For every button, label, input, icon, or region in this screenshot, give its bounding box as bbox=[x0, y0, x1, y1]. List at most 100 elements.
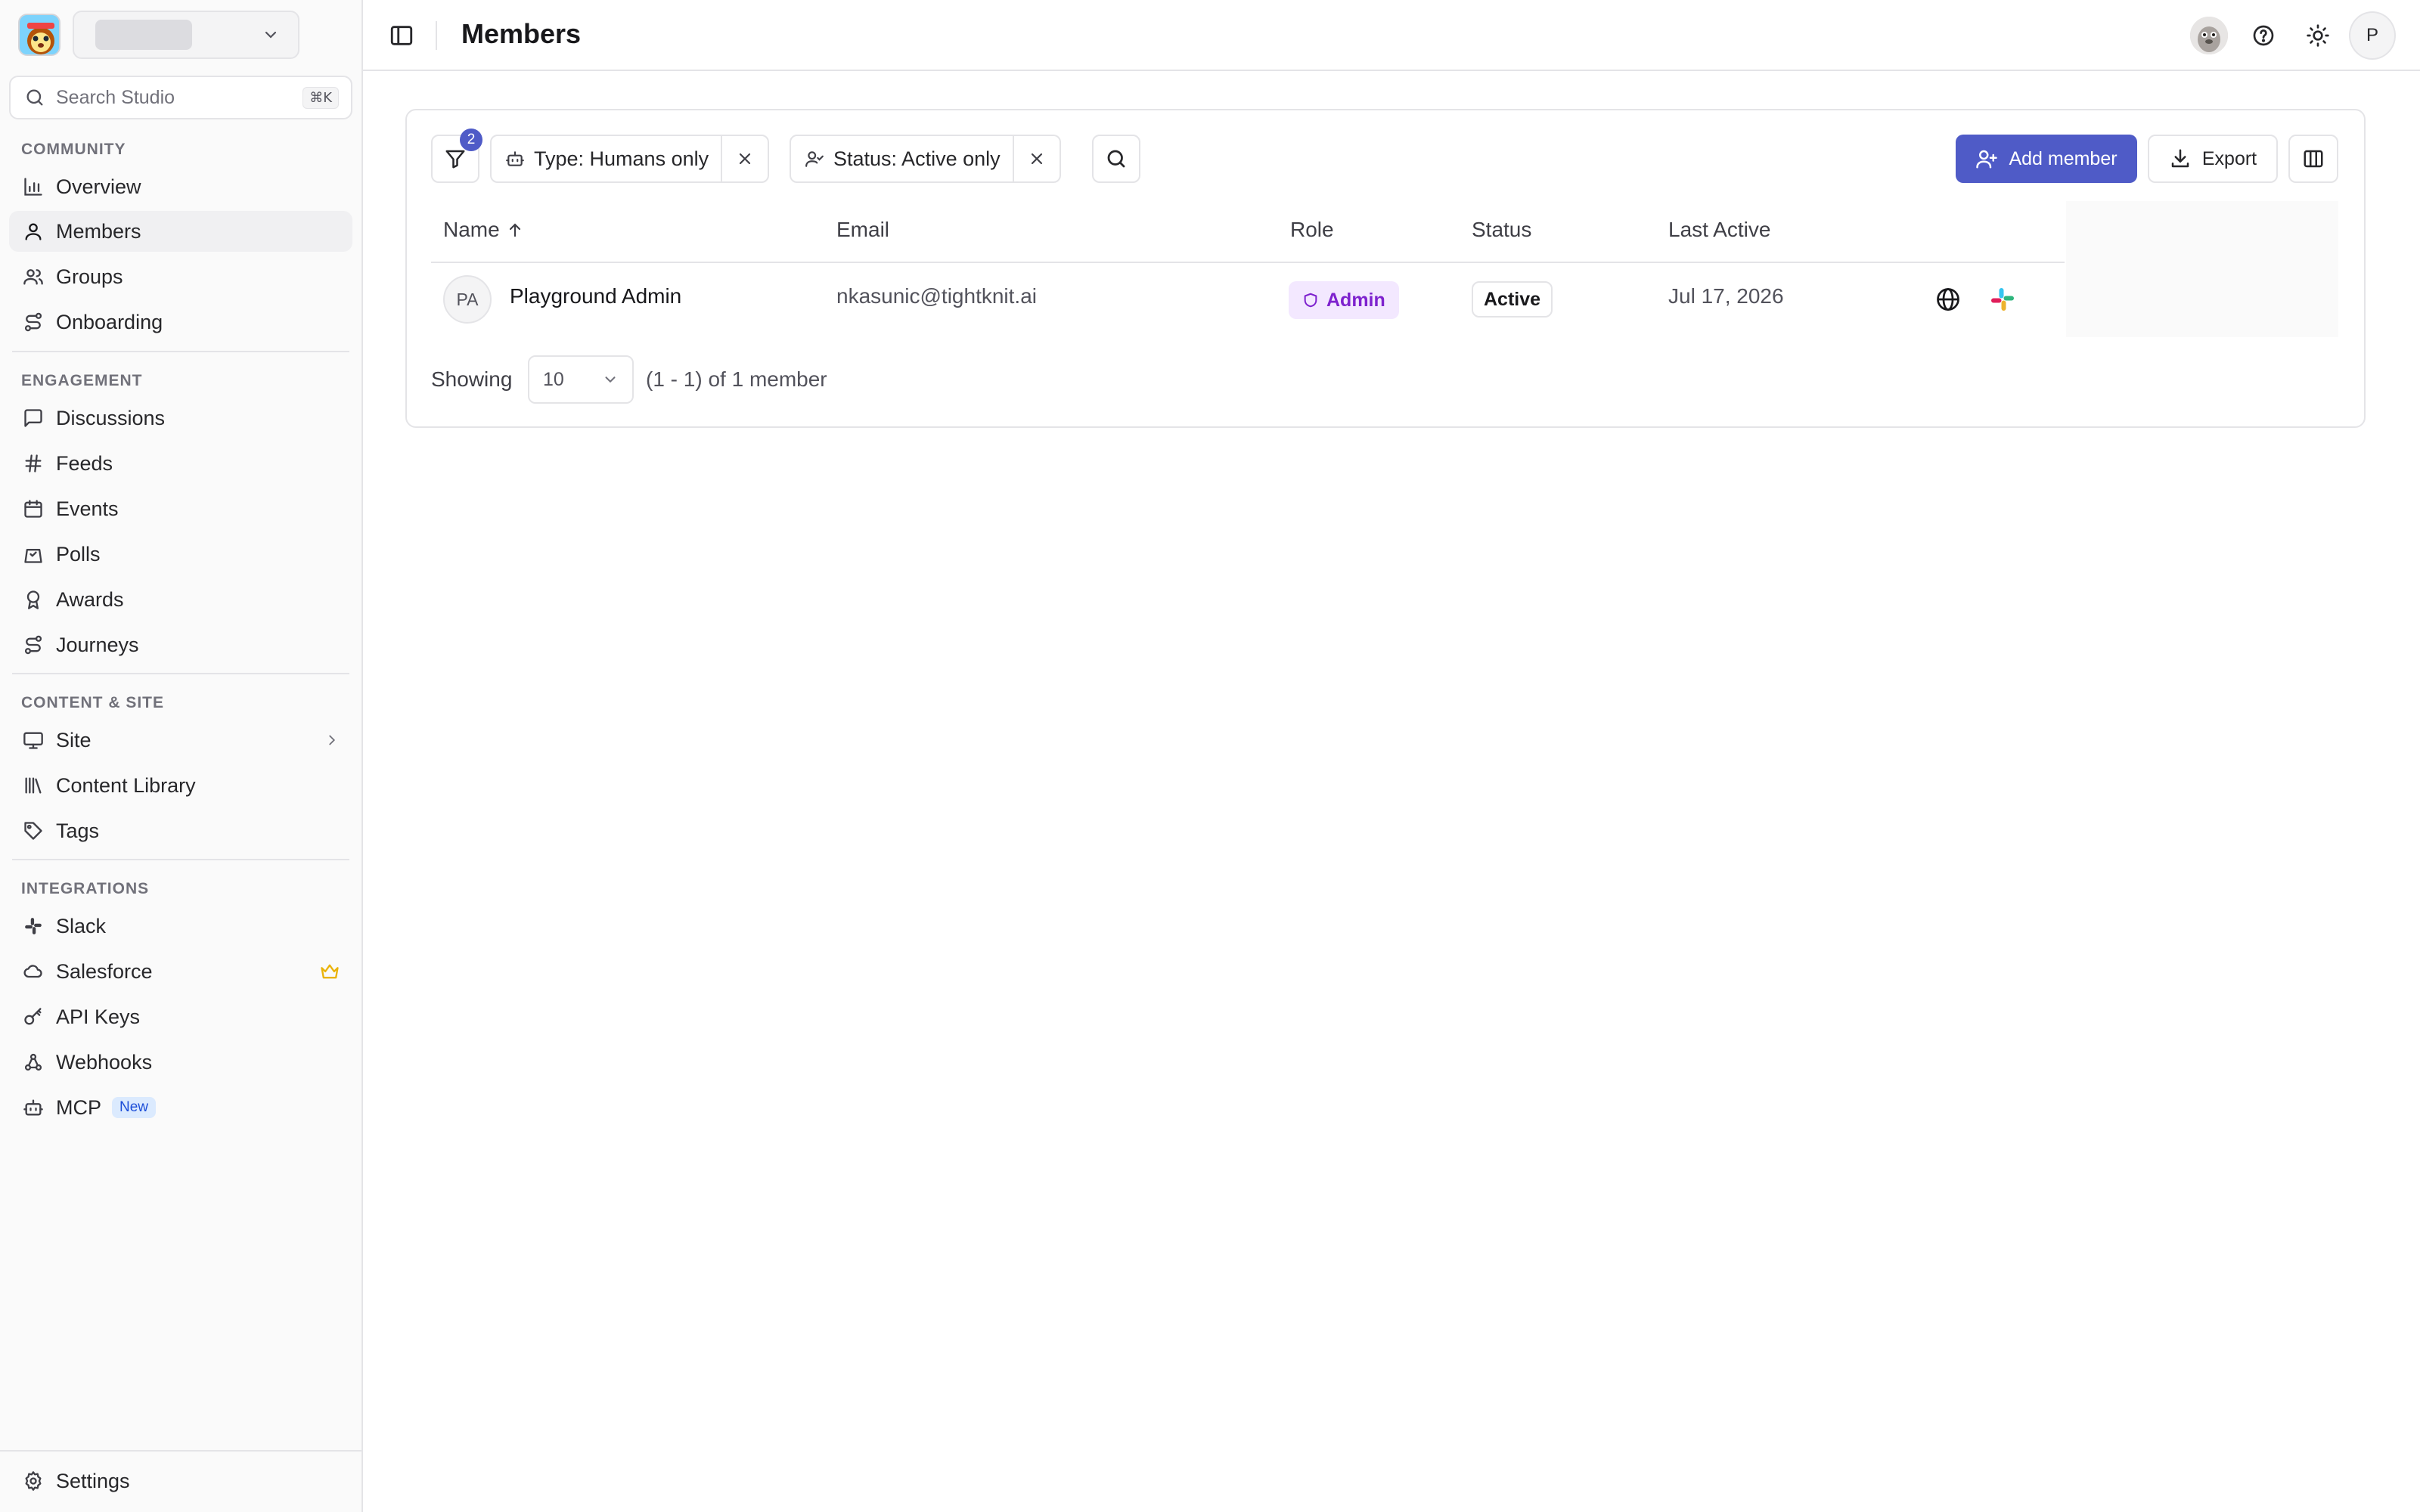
sidebar-item-feeds[interactable]: Feeds bbox=[9, 443, 352, 484]
column-header-label: Name bbox=[443, 218, 500, 241]
sidebar-item-label: Discussions bbox=[56, 406, 166, 429]
column-header-name[interactable]: Name bbox=[443, 218, 524, 242]
page-size-value: 10 bbox=[543, 368, 564, 390]
search-icon bbox=[1105, 147, 1128, 170]
member-name[interactable]: Playground Admin bbox=[510, 284, 681, 308]
arrow-up-icon bbox=[506, 221, 524, 239]
sidebar-item-label: Awards bbox=[56, 587, 124, 611]
route-icon bbox=[21, 633, 45, 657]
sidebar-item-label: API Keys bbox=[56, 1005, 141, 1028]
section-title-community: COMMUNITY bbox=[21, 141, 126, 158]
sidebar-item-groups[interactable]: Groups bbox=[9, 256, 352, 297]
export-label: Export bbox=[2201, 147, 2257, 169]
sidebar-item-label: Events bbox=[56, 497, 119, 520]
user-menu-button[interactable]: P bbox=[2349, 11, 2396, 60]
sidebar-item-salesforce[interactable]: Salesforce bbox=[9, 951, 352, 992]
users-icon bbox=[21, 265, 45, 289]
sidebar-item-label: Overview bbox=[56, 175, 141, 198]
sidebar-item-label: Polls bbox=[56, 542, 101, 565]
route-icon bbox=[21, 310, 45, 334]
help-icon[interactable] bbox=[2240, 12, 2287, 59]
sidebar-item-content-library[interactable]: Content Library bbox=[9, 765, 352, 806]
sidebar-item-members[interactable]: Members bbox=[9, 211, 352, 252]
sidebar-item-api-keys[interactable]: API Keys bbox=[9, 996, 352, 1037]
column-header-role[interactable]: Role bbox=[1290, 218, 1334, 242]
gear-icon bbox=[21, 1469, 45, 1493]
column-header-email[interactable]: Email bbox=[836, 218, 889, 242]
sidebar-item-label: Slack bbox=[56, 914, 107, 937]
filter-chip-type[interactable]: Type: Humans only bbox=[490, 135, 770, 183]
sidebar-item-journeys[interactable]: Journeys bbox=[9, 624, 352, 665]
globe-icon[interactable] bbox=[1934, 286, 1962, 313]
add-member-button[interactable]: Add member bbox=[1956, 135, 2137, 183]
webhook-icon bbox=[21, 1050, 45, 1074]
vote-icon bbox=[21, 542, 45, 566]
chevron-down-icon bbox=[602, 371, 619, 388]
sidebar-item-polls[interactable]: Polls bbox=[9, 534, 352, 575]
sidebar-item-label: Feeds bbox=[56, 451, 113, 475]
user-plus-icon bbox=[1975, 147, 1998, 170]
remove-filter-button[interactable] bbox=[721, 136, 768, 181]
workspace-name-placeholder bbox=[95, 20, 192, 50]
slack-icon bbox=[21, 914, 45, 938]
sidebar-item-awards[interactable]: Awards bbox=[9, 579, 352, 620]
mascot-avatar bbox=[2190, 17, 2228, 54]
search-placeholder: Search Studio bbox=[56, 86, 175, 108]
member-avatar: PA bbox=[443, 275, 492, 324]
sidebar-item-overview[interactable]: Overview bbox=[9, 166, 352, 207]
filter-chip-label: Status: Active only bbox=[833, 147, 1001, 170]
sidebar-divider bbox=[12, 859, 349, 860]
remove-filter-button[interactable] bbox=[1012, 136, 1060, 181]
sidebar-item-slack[interactable]: Slack bbox=[9, 906, 352, 947]
sidebar-toggle-icon[interactable] bbox=[389, 23, 414, 48]
chevron-right-icon bbox=[324, 732, 340, 748]
columns-button[interactable] bbox=[2288, 135, 2338, 183]
section-title-integrations: INTEGRATIONS bbox=[21, 880, 150, 897]
sidebar-divider bbox=[12, 351, 349, 352]
sidebar-item-settings[interactable]: Settings bbox=[9, 1461, 352, 1501]
workspace-switcher-row bbox=[18, 11, 299, 59]
slack-icon[interactable] bbox=[1989, 286, 2016, 313]
section-title-content-site: CONTENT & SITE bbox=[21, 694, 165, 711]
filter-icon bbox=[444, 147, 467, 170]
sidebar-item-label: Webhooks bbox=[56, 1050, 153, 1074]
bot-icon bbox=[505, 149, 525, 169]
column-header-status[interactable]: Status bbox=[1472, 218, 1531, 242]
sidebar-item-label: MCP bbox=[56, 1095, 101, 1119]
filter-chip-status-label-area[interactable]: Status: Active only bbox=[791, 136, 1013, 181]
key-icon bbox=[21, 1005, 45, 1029]
section-title-engagement: ENGAGEMENT bbox=[21, 372, 143, 389]
search-members-button[interactable] bbox=[1092, 135, 1140, 183]
sidebar-item-label: Tags bbox=[56, 819, 100, 842]
sidebar-item-onboarding[interactable]: Onboarding bbox=[9, 302, 352, 342]
column-header-last-active[interactable]: Last Active bbox=[1668, 218, 1770, 242]
member-email: nkasunic@tightknit.ai bbox=[836, 284, 1038, 308]
filter-chip-status[interactable]: Status: Active only bbox=[790, 135, 1061, 183]
mascot-avatar-button[interactable] bbox=[2186, 12, 2232, 59]
workspace-logo[interactable] bbox=[18, 14, 60, 56]
export-button[interactable]: Export bbox=[2148, 135, 2278, 183]
sidebar-item-tags[interactable]: Tags bbox=[9, 810, 352, 851]
sidebar-item-events[interactable]: Events bbox=[9, 488, 352, 529]
chevron-down-icon bbox=[262, 26, 280, 44]
bar-chart-icon bbox=[21, 175, 45, 199]
sidebar-item-site[interactable]: Site bbox=[9, 720, 352, 761]
search-studio-input[interactable]: Search Studio ⌘K bbox=[9, 76, 352, 119]
page-size-select[interactable]: 10 bbox=[528, 355, 634, 404]
filter-chip-type-label-area[interactable]: Type: Humans only bbox=[492, 136, 721, 181]
columns-icon bbox=[2302, 147, 2325, 170]
sidebar-divider bbox=[12, 673, 349, 674]
sidebar-item-label: Groups bbox=[56, 265, 123, 288]
workspace-select[interactable] bbox=[73, 11, 299, 59]
sidebar-item-discussions[interactable]: Discussions bbox=[9, 398, 352, 438]
sun-icon[interactable] bbox=[2294, 12, 2341, 59]
filter-chip-label: Type: Humans only bbox=[534, 147, 709, 170]
top-bar: Members P bbox=[363, 0, 2420, 71]
sidebar-item-mcp[interactable]: MCP New bbox=[9, 1087, 352, 1128]
header-actions: P bbox=[2178, 11, 2396, 60]
role-badge: Admin bbox=[1289, 281, 1399, 319]
header-separator bbox=[436, 21, 437, 50]
showing-label: Showing bbox=[431, 367, 513, 391]
filter-button[interactable]: 2 bbox=[431, 129, 482, 183]
sidebar-item-webhooks[interactable]: Webhooks bbox=[9, 1042, 352, 1083]
